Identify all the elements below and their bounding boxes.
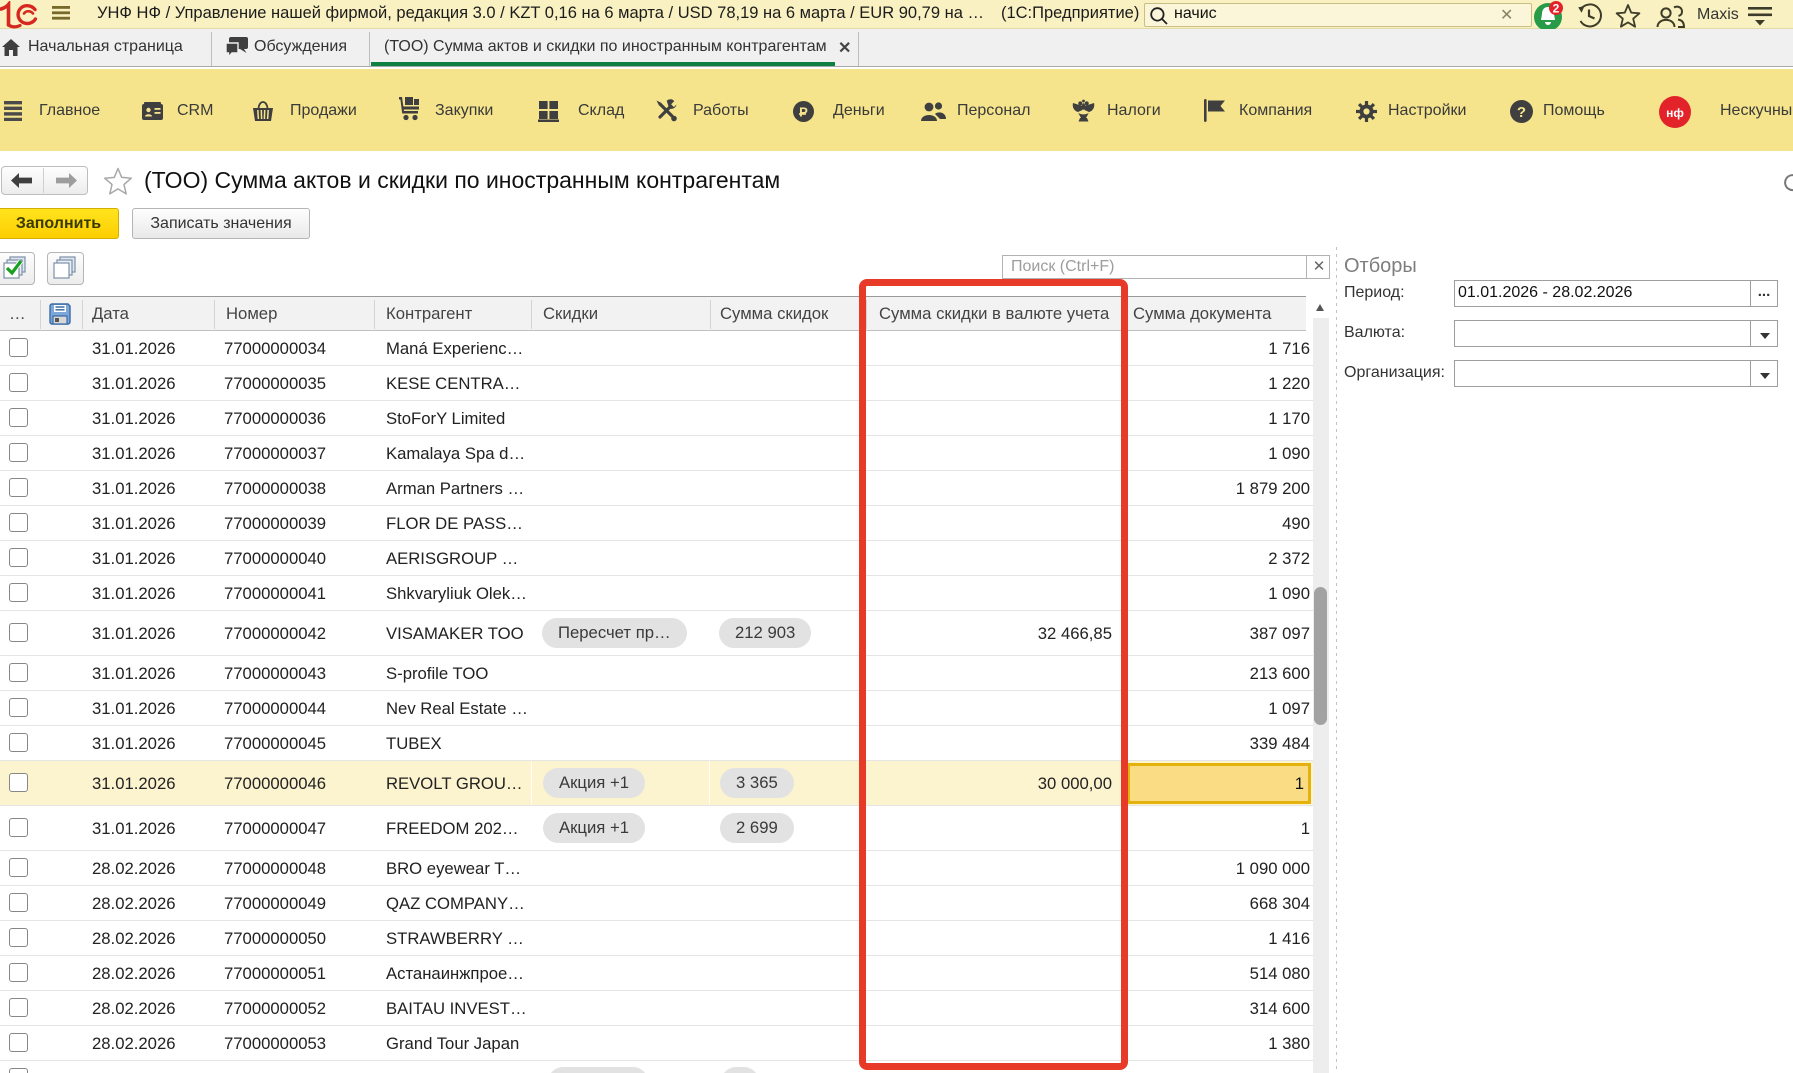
svg-text:P: P — [799, 105, 808, 120]
svg-text:нф: нф — [1666, 106, 1684, 120]
svg-text:2: 2 — [1553, 2, 1560, 16]
svg-text:?: ? — [1517, 104, 1526, 121]
